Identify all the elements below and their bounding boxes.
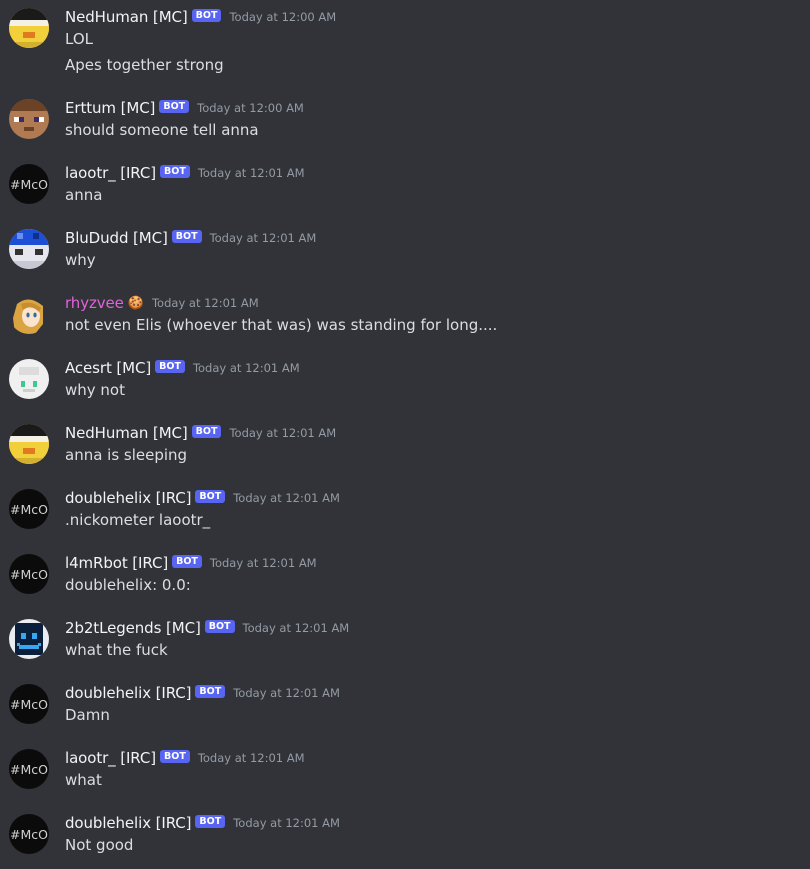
timestamp[interactable]: Today at 12:01 AM — [233, 686, 340, 700]
message-content: doublehelix: 0.0: — [65, 576, 191, 594]
message-header: laootr_ [IRC] BOT Today at 12:01 AM — [65, 748, 305, 768]
username[interactable]: BluDudd [MC] — [65, 229, 168, 247]
message-content: why not — [65, 381, 125, 399]
mco-avatar[interactable]: #McO — [9, 814, 49, 854]
pixel-dark-avatar[interactable] — [9, 619, 49, 659]
message-header: NedHuman [MC] BOT Today at 12:01 AM — [65, 423, 336, 443]
message-header: doublehelix [IRC] BOT Today at 12:01 AM — [65, 813, 340, 833]
mco-avatar[interactable]: #McO — [9, 489, 49, 529]
username[interactable]: rhyzvee — [65, 294, 124, 312]
username[interactable]: NedHuman [MC] — [65, 424, 188, 442]
bot-badge: BOT — [172, 554, 202, 568]
message-header: BluDudd [MC] BOT Today at 12:01 AM — [65, 228, 316, 248]
username[interactable]: l4mRbot [IRC] — [65, 554, 168, 572]
bot-badge: BOT — [191, 424, 222, 438]
mco-label: #McO — [10, 567, 48, 582]
message-content: why — [65, 251, 96, 269]
message-content: should someone tell anna — [65, 121, 259, 139]
message-content: anna — [65, 186, 103, 204]
username[interactable]: doublehelix [IRC] — [65, 489, 192, 507]
bot-badge: BOT — [171, 229, 202, 243]
message-content: what the fuck — [65, 641, 168, 659]
bot-badge: BOT — [204, 619, 235, 633]
bot-badge: BOT — [191, 8, 222, 22]
username[interactable]: laootr_ [IRC] — [65, 749, 156, 767]
anime-girl-avatar[interactable] — [9, 294, 49, 334]
message-header: doublehelix [IRC] BOT Today at 12:01 AM — [65, 683, 340, 703]
timestamp[interactable]: Today at 12:01 AM — [243, 621, 350, 635]
message-header: NedHuman [MC] BOT Today at 12:00 AM — [65, 7, 336, 27]
message-content: .nickometer laootr_ — [65, 511, 211, 529]
timestamp[interactable]: Today at 12:01 AM — [233, 816, 340, 830]
pixel-duck-avatar[interactable] — [9, 8, 49, 48]
mco-label: #McO — [10, 762, 48, 777]
username[interactable]: 2b2tLegends [MC] — [65, 619, 201, 637]
mco-label: #McO — [10, 697, 48, 712]
message-header: doublehelix [IRC] BOT Today at 12:01 AM — [65, 488, 340, 508]
pixel-steve-avatar[interactable] — [9, 99, 49, 139]
timestamp[interactable]: Today at 12:00 AM — [197, 101, 304, 115]
message-header: rhyzvee 🍪 Today at 12:01 AM — [65, 293, 259, 313]
cookie-icon: 🍪 — [127, 295, 144, 311]
pixel-blue-avatar[interactable] — [9, 229, 49, 269]
pixel-white-avatar[interactable] — [9, 359, 49, 399]
message-content: not even Elis (whoever that was) was sta… — [65, 316, 498, 334]
bot-badge: BOT — [160, 164, 190, 178]
timestamp[interactable]: Today at 12:01 AM — [233, 491, 340, 505]
username[interactable]: NedHuman [MC] — [65, 8, 188, 26]
mco-label: #McO — [10, 502, 48, 517]
message-header: laootr_ [IRC] BOT Today at 12:01 AM — [65, 163, 305, 183]
message-header: Acesrt [MC] BOT Today at 12:01 AM — [65, 358, 300, 378]
mco-avatar[interactable]: #McO — [9, 749, 49, 789]
mco-label: #McO — [10, 827, 48, 842]
username[interactable]: Erttum [MC] — [65, 99, 155, 117]
pixel-duck-avatar[interactable] — [9, 424, 49, 464]
bot-badge: BOT — [155, 359, 185, 373]
message-list: NedHuman [MC] BOT Today at 12:00 AM LOL Apes… — [0, 0, 810, 869]
username[interactable]: doublehelix [IRC] — [65, 814, 192, 832]
username[interactable]: laootr_ [IRC] — [65, 164, 156, 182]
message-header: l4mRbot [IRC] BOT Today at 12:01 AM — [65, 553, 317, 573]
message-content: LOL — [65, 30, 93, 48]
message-header: Erttum [MC] BOT Today at 12:00 AM — [65, 98, 304, 118]
timestamp[interactable]: Today at 12:00 AM — [229, 10, 336, 24]
timestamp[interactable]: Today at 12:01 AM — [198, 751, 305, 765]
message-content: anna is sleeping — [65, 446, 188, 464]
timestamp[interactable]: Today at 12:01 AM — [229, 426, 336, 440]
bot-badge: BOT — [195, 489, 226, 503]
timestamp[interactable]: Today at 12:01 AM — [198, 166, 305, 180]
timestamp[interactable]: Today at 12:01 AM — [210, 231, 317, 245]
username[interactable]: Acesrt [MC] — [65, 359, 151, 377]
username[interactable]: doublehelix [IRC] — [65, 684, 192, 702]
bot-badge: BOT — [195, 684, 226, 698]
timestamp[interactable]: Today at 12:01 AM — [152, 296, 259, 310]
message-content: Apes together strong — [65, 56, 224, 74]
timestamp[interactable]: Today at 12:01 AM — [210, 556, 317, 570]
message-content: what — [65, 771, 102, 789]
message-content: Damn — [65, 706, 110, 724]
mco-label: #McO — [10, 177, 48, 192]
bot-badge: BOT — [195, 814, 226, 828]
message-header: 2b2tLegends [MC] BOT Today at 12:01 AM — [65, 618, 349, 638]
message-content: Not good — [65, 836, 134, 854]
mco-avatar[interactable]: #McO — [9, 554, 49, 594]
bot-badge: BOT — [159, 99, 190, 113]
mco-avatar[interactable]: #McO — [9, 164, 49, 204]
timestamp[interactable]: Today at 12:01 AM — [193, 361, 300, 375]
bot-badge: BOT — [160, 749, 190, 763]
mco-avatar[interactable]: #McO — [9, 684, 49, 724]
